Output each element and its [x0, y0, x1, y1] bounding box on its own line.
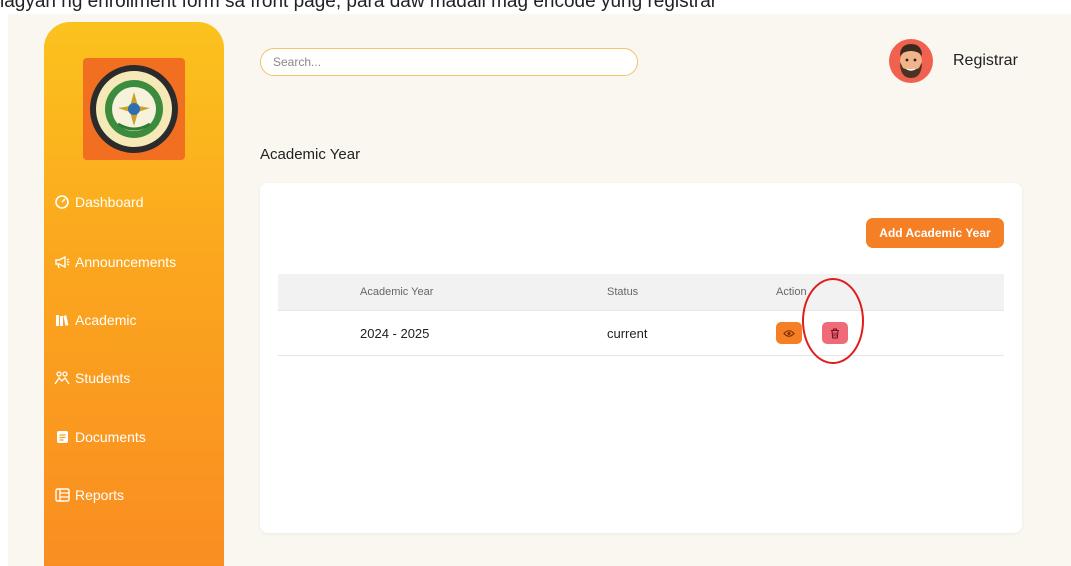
column-header-academic-year: Academic Year: [360, 286, 434, 298]
sidebar-item-students[interactable]: Students: [54, 366, 214, 390]
sidebar-item-documents[interactable]: Documents: [54, 425, 214, 449]
sidebar-item-academic[interactable]: Academic: [54, 308, 214, 332]
school-logo: [83, 58, 185, 160]
sidebar-item-label: Announcements: [75, 254, 177, 270]
students-icon: [54, 370, 70, 386]
page-title: Academic Year: [260, 146, 361, 163]
search-input[interactable]: [260, 48, 638, 76]
app-window: Dashboard Announcements Academic Student…: [8, 14, 1071, 566]
reports-icon: [54, 487, 70, 503]
status-cell: current: [607, 326, 648, 341]
sidebar-item-reports[interactable]: Reports: [54, 483, 214, 507]
caption-text: lagyan ng enrollment form sa front page,…: [0, 0, 718, 12]
sidebar: Dashboard Announcements Academic Student…: [44, 22, 224, 566]
document-icon: [54, 429, 70, 445]
sidebar-item-announcements[interactable]: Announcements: [54, 250, 214, 274]
dashboard-icon: [54, 194, 70, 210]
avatar[interactable]: [888, 38, 934, 84]
user-avatar-icon: [889, 39, 933, 83]
academic-year-card: Add Academic Year Academic Year Status A…: [260, 183, 1022, 533]
delete-button[interactable]: [822, 322, 848, 344]
table-header: Academic Year Status Action: [278, 274, 1004, 311]
sidebar-item-dashboard[interactable]: Dashboard: [54, 190, 214, 214]
sidebar-item-label: Students: [75, 370, 131, 386]
school-seal-icon: [90, 65, 178, 153]
column-header-status: Status: [607, 286, 639, 298]
sidebar-item-label: Documents: [75, 429, 146, 445]
sidebar-item-label: Reports: [75, 487, 125, 503]
user-name: Registrar: [953, 52, 1018, 69]
trash-icon: [831, 327, 839, 339]
table-row: 2024 - 2025 current: [278, 311, 1004, 356]
sidebar-item-label: Dashboard: [75, 194, 144, 210]
add-academic-year-button[interactable]: Add Academic Year: [866, 218, 1004, 248]
books-icon: [54, 312, 70, 328]
eye-icon: [783, 329, 795, 337]
column-header-action: Action: [776, 286, 807, 298]
view-button[interactable]: [776, 322, 802, 344]
academic-year-cell: 2024 - 2025: [360, 326, 430, 341]
megaphone-icon: [54, 254, 70, 270]
sidebar-item-label: Academic: [75, 312, 137, 328]
